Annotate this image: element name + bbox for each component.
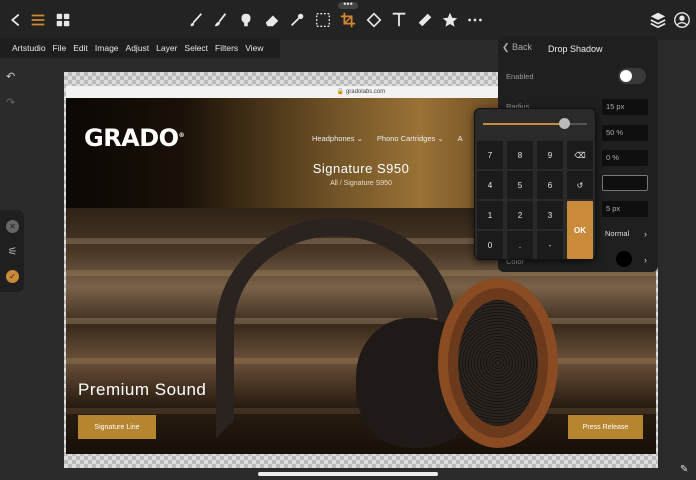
menu-bar: Artstudio File Edit Image Adjust Layer S… [0, 38, 280, 58]
top-toolbar: ••• [0, 0, 696, 40]
cancel-icon[interactable]: ✕ [6, 220, 19, 233]
panel-title: Drop Shadow [548, 44, 603, 54]
spread-field[interactable]: 5 px [602, 201, 648, 217]
angle-field[interactable]: 0 % [602, 150, 648, 166]
hero-headline: Premium Sound [78, 380, 207, 399]
redo-icon[interactable]: ↷ [6, 96, 15, 109]
brand-logo: GRADO® [84, 124, 185, 152]
pencil-icon[interactable]: ✎ [680, 464, 688, 475]
product-title: Signature S950 [312, 161, 410, 176]
ear-cup-grill [458, 300, 538, 426]
press-release-button: Press Release [568, 415, 643, 439]
menu-view[interactable]: View [245, 43, 263, 53]
menu-adjust[interactable]: Adjust [126, 43, 150, 53]
crop-icon[interactable] [338, 10, 358, 30]
stamp-icon[interactable] [236, 10, 256, 30]
home-indicator[interactable] [258, 472, 438, 476]
key-0[interactable]: 0 [477, 231, 503, 259]
key-9[interactable]: 9 [537, 141, 563, 169]
menu-layer[interactable]: Layer [156, 43, 177, 53]
chevron-right-icon[interactable]: › [644, 229, 647, 239]
eyedropper-icon[interactable] [287, 10, 307, 30]
key-6[interactable]: 6 [537, 171, 563, 199]
value-slider-knob[interactable] [559, 118, 571, 129]
back-button[interactable]: ❮ Back [502, 42, 532, 53]
more-icon[interactable] [465, 10, 485, 30]
nav-more: A [457, 134, 463, 143]
menu-select[interactable]: Select [184, 43, 208, 53]
ok-button[interactable]: OK [567, 201, 593, 259]
enabled-label: Enabled [506, 72, 534, 81]
backspace-key[interactable]: ⌫ [567, 141, 593, 169]
radius-field[interactable]: 15 px [602, 99, 648, 115]
menu-filters[interactable]: Filters [215, 43, 238, 53]
panel-header: ❮ Back Drop Shadow [498, 36, 658, 62]
enabled-toggle[interactable] [618, 68, 646, 84]
nav-phono: Phono Cartridges ⌄ [376, 134, 444, 143]
ruler-icon[interactable] [415, 10, 435, 30]
chevron-left-icon: ❮ [502, 42, 513, 52]
lock-icon: 🔒 [336, 89, 345, 95]
menu-image[interactable]: Image [95, 43, 119, 53]
menu-icon[interactable] [28, 10, 48, 30]
profile-icon[interactable] [672, 10, 692, 30]
blend-mode-value[interactable]: Normal [605, 229, 629, 238]
grid-icon[interactable] [53, 10, 73, 30]
key-decimal[interactable]: . [507, 231, 533, 259]
app-window: { "menubar": { "items": ["Artstudio", "F… [0, 0, 696, 480]
undo-icon[interactable]: ↶ [6, 70, 15, 83]
left-tool-panel: ✕ ⚟ ✓ [0, 210, 24, 292]
shadow-color-swatch[interactable] [616, 251, 632, 267]
smudge-icon[interactable] [211, 10, 231, 30]
opacity-field[interactable]: 50 % [602, 125, 648, 141]
close-icon[interactable] [6, 10, 26, 30]
brush-icon[interactable] [186, 10, 206, 30]
sliders-icon[interactable]: ⚟ [6, 245, 19, 258]
value-slider-fill [483, 123, 565, 125]
fill-icon[interactable] [364, 10, 384, 30]
url-text: gradolabs.com [345, 89, 386, 95]
toggle-knob [620, 70, 632, 82]
distance-field[interactable] [602, 175, 648, 191]
star-icon[interactable] [440, 10, 460, 30]
product-breadcrumb: All / Signature S950 [330, 180, 392, 187]
apply-icon[interactable]: ✓ [6, 270, 19, 283]
key-8[interactable]: 8 [507, 141, 533, 169]
key-2[interactable]: 2 [507, 201, 533, 229]
key-5[interactable]: 5 [507, 171, 533, 199]
menu-artstudio[interactable]: Artstudio [12, 43, 46, 53]
reset-key[interactable]: ↺ [567, 171, 593, 199]
nav-headphones: Headphones ⌄ [312, 134, 363, 143]
selection-icon[interactable] [313, 10, 333, 30]
key-3[interactable]: 3 [537, 201, 563, 229]
menu-edit[interactable]: Edit [73, 43, 88, 53]
text-icon[interactable] [389, 10, 409, 30]
signature-line-button: Signature Line [78, 415, 156, 439]
key-1[interactable]: 1 [477, 201, 503, 229]
layers-icon[interactable] [648, 10, 668, 30]
chevron-right-icon[interactable]: › [644, 255, 647, 265]
key-7[interactable]: 7 [477, 141, 503, 169]
menu-file[interactable]: File [53, 43, 67, 53]
key-4[interactable]: 4 [477, 171, 503, 199]
eraser-icon[interactable] [262, 10, 282, 30]
numpad-popover: 7 8 9 ⌫ 4 5 6 ↺ 1 2 3 OK 0 . - [474, 108, 596, 260]
more-handle-icon[interactable]: ••• [338, 0, 358, 9]
key-minus[interactable]: - [537, 231, 563, 259]
site-nav: Headphones ⌄ Phono Cartridges ⌄ A [312, 134, 463, 143]
